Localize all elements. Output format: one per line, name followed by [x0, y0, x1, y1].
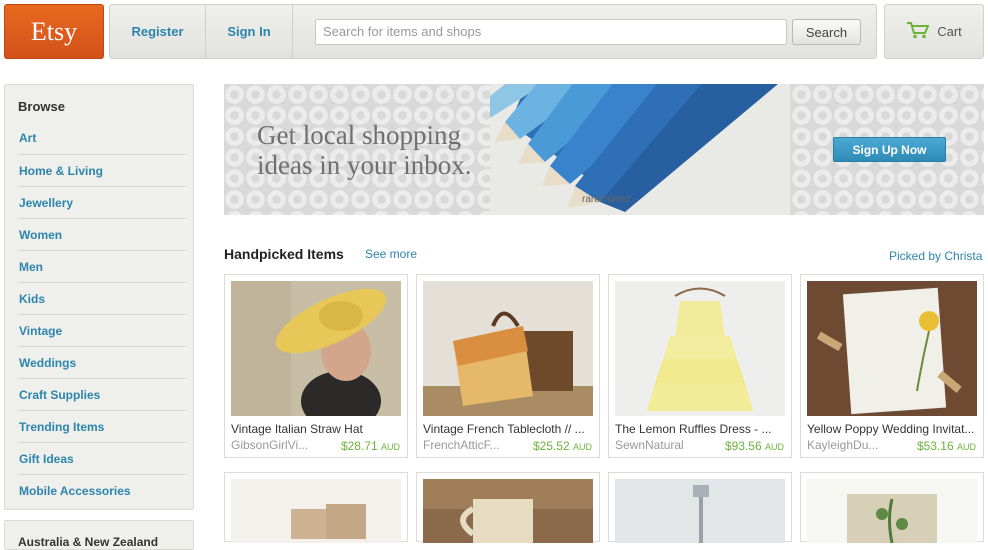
sidebar-item-women[interactable]: Women	[19, 218, 185, 250]
sidebar-item-trending-items[interactable]: Trending Items	[19, 410, 185, 442]
item-card[interactable]	[608, 472, 792, 543]
newsletter-banner: Get local shopping ideas in your inbox. …	[224, 84, 984, 215]
cart-icon	[906, 21, 930, 42]
browse-heading: Browse	[18, 99, 65, 114]
sidebar-item-weddings[interactable]: Weddings	[19, 346, 185, 378]
item-card[interactable]: The Lemon Ruffles Dress - ... SewnNatura…	[608, 274, 792, 458]
item-title[interactable]: Yellow Poppy Wedding Invitat...	[807, 422, 979, 436]
item-card[interactable]: Vintage French Tablecloth // ... FrenchA…	[416, 274, 600, 458]
item-card[interactable]	[800, 472, 984, 543]
sidebar-item-home-living[interactable]: Home & Living	[19, 154, 185, 186]
tablecloth-photo	[423, 281, 593, 416]
site-header: Etsy Register Sign In Search for items a…	[0, 0, 988, 62]
picked-by-link[interactable]: Picked by Christa	[889, 249, 982, 263]
item-title[interactable]: The Lemon Ruffles Dress - ...	[615, 422, 787, 436]
pitcher-photo	[423, 479, 593, 543]
item-card[interactable]: Vintage Italian Straw Hat GibsonGirlVi..…	[224, 274, 408, 458]
cart-label: Cart	[937, 24, 962, 39]
section-title: Handpicked Items	[224, 246, 344, 262]
sidebar-item-kids[interactable]: Kids	[19, 282, 185, 314]
pencils-photo	[490, 84, 790, 215]
soap-photo	[231, 479, 401, 543]
banner-headline-line2: ideas in your inbox.	[257, 150, 472, 180]
cart-button[interactable]: Cart	[884, 4, 984, 59]
search-input[interactable]: Search for items and shops	[315, 19, 787, 45]
lemon-dress-photo	[615, 281, 785, 416]
item-price: $25.52 AUD	[533, 439, 592, 453]
item-card[interactable]	[224, 472, 408, 543]
signin-link[interactable]: Sign In	[206, 5, 293, 58]
item-price: $28.71 AUD	[341, 439, 400, 453]
item-price: $93.56 AUD	[725, 439, 784, 453]
item-price-value: $25.52	[532, 439, 570, 453]
top-navbar: Register Sign In Search for items and sh…	[109, 4, 877, 59]
item-shop[interactable]: FrenchAtticF...	[423, 438, 500, 452]
item-card[interactable]: Yellow Poppy Wedding Invitat... Kayleigh…	[800, 274, 984, 458]
wedding-invitation-photo	[807, 281, 977, 416]
sign-up-button[interactable]: Sign Up Now	[833, 137, 946, 162]
item-shop[interactable]: GibsonGirlVi...	[231, 438, 308, 452]
item-price-value: $28.71	[340, 439, 378, 453]
browse-sidebar: Browse Art Home & Living Jewellery Women…	[4, 84, 194, 510]
straw-hat-photo	[231, 281, 401, 416]
see-more-link[interactable]: See more	[365, 247, 417, 261]
search-button[interactable]: Search	[792, 19, 861, 45]
sidebar-item-jewellery[interactable]: Jewellery	[19, 186, 185, 218]
photo-credit: rareindeed	[582, 194, 630, 205]
item-shop[interactable]: KayleighDu...	[807, 438, 878, 452]
sidebar-item-mobile-accessories[interactable]: Mobile Accessories	[19, 474, 185, 506]
region-label: Australia & New Zealand	[18, 535, 159, 549]
item-shop[interactable]: SewnNatural	[615, 438, 684, 452]
item-price-value: $53.16	[916, 439, 954, 453]
banner-headline-line1: Get local shopping	[257, 120, 461, 150]
item-currency: AUD	[572, 442, 592, 452]
item-title[interactable]: Vintage Italian Straw Hat	[231, 422, 403, 436]
sidebar-item-craft-supplies[interactable]: Craft Supplies	[19, 378, 185, 410]
item-title[interactable]: Vintage French Tablecloth // ...	[423, 422, 595, 436]
etsy-logo[interactable]: Etsy	[4, 4, 104, 59]
fork-photo	[615, 479, 785, 543]
sidebar-item-vintage[interactable]: Vintage	[19, 314, 185, 346]
item-price: $53.16 AUD	[917, 439, 976, 453]
register-link[interactable]: Register	[110, 5, 206, 58]
banner-headline: Get local shopping ideas in your inbox.	[257, 120, 497, 180]
sidebar-item-gift-ideas[interactable]: Gift Ideas	[19, 442, 185, 474]
item-price-value: $93.56	[724, 439, 762, 453]
sidebar-item-men[interactable]: Men	[19, 250, 185, 282]
embroidery-photo	[807, 479, 977, 543]
item-currency: AUD	[380, 442, 400, 452]
region-panel: Australia & New Zealand	[4, 520, 194, 550]
sidebar-item-art[interactable]: Art	[19, 122, 185, 154]
category-list: Art Home & Living Jewellery Women Men Ki…	[19, 122, 185, 506]
item-currency: AUD	[764, 442, 784, 452]
item-card[interactable]	[416, 472, 600, 543]
item-currency: AUD	[956, 442, 976, 452]
